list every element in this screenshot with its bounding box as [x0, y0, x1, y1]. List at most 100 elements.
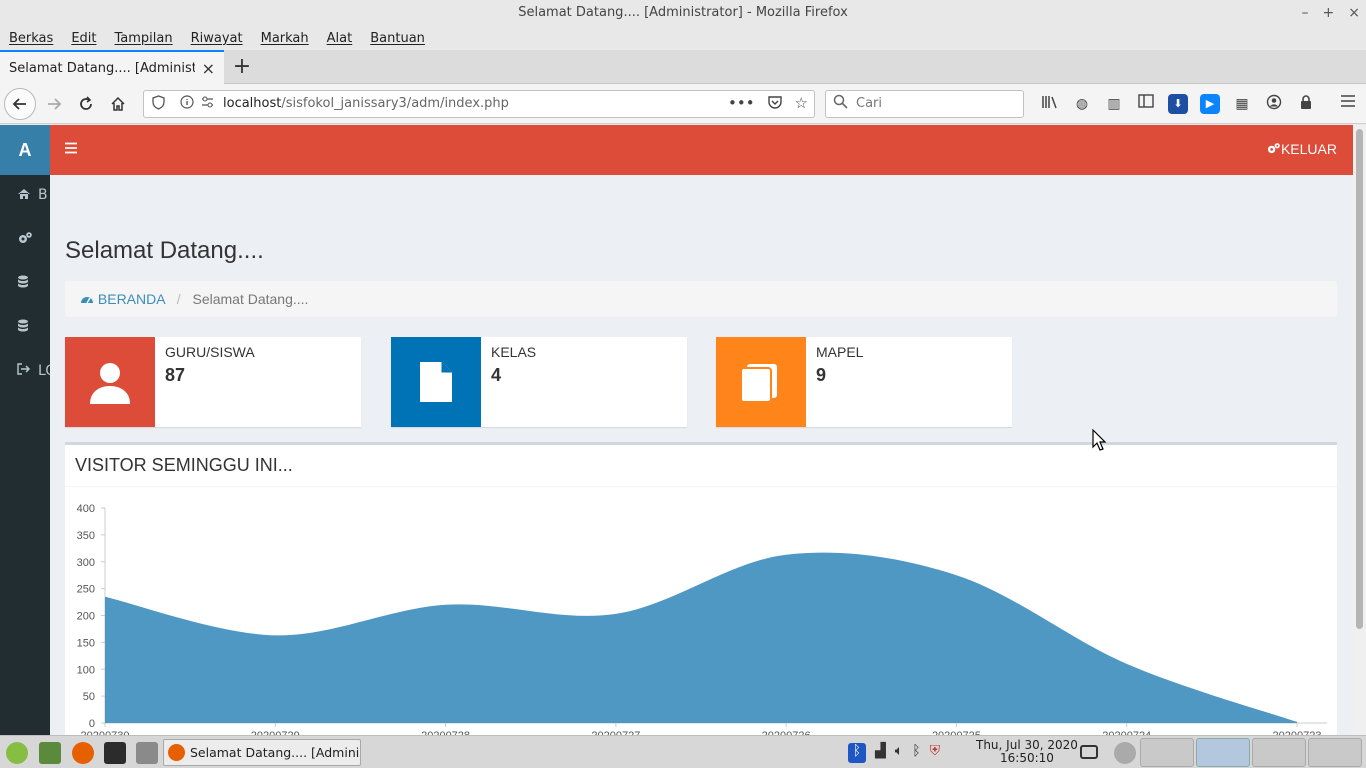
bluetooth-tray-icon[interactable]: ᛒ — [912, 743, 920, 763]
pocket-icon[interactable] — [767, 94, 783, 114]
chart-box-title: VISITOR SEMINGGU INI... — [75, 455, 293, 475]
account-icon[interactable] — [1264, 94, 1284, 114]
mouse-cursor-icon — [1092, 429, 1106, 451]
infobox-kelas[interactable]: KELAS 4 — [391, 337, 687, 427]
menu-markah[interactable]: Markah — [261, 31, 309, 46]
window-title: Selamat Datang.... [Administrator] - Moz… — [518, 5, 848, 20]
y-tick-label: 250 — [77, 584, 95, 596]
tracking-shield-icon[interactable] — [152, 95, 165, 114]
url-text[interactable]: localhost/sisfokol_janissary3/adm/index.… — [223, 96, 509, 111]
breadcrumb-home-label: BERANDA — [97, 291, 165, 307]
home-icon — [17, 187, 31, 204]
menu-edit[interactable]: Edit — [71, 31, 96, 46]
tab-close-icon[interactable]: × — [202, 59, 215, 78]
home-button[interactable] — [104, 90, 132, 118]
firefox-launcher-icon[interactable] — [72, 742, 94, 764]
extension-icon[interactable]: ▥ — [1104, 94, 1124, 114]
breadcrumb: BERANDA / Selamat Datang.... — [65, 281, 1337, 317]
workspace-3[interactable] — [1252, 738, 1306, 767]
minimize-button[interactable]: – — [1302, 0, 1309, 26]
y-tick-label: 300 — [77, 557, 95, 569]
gears-icon — [17, 231, 33, 249]
page-actions-icon[interactable]: ••• — [728, 94, 755, 114]
volume-icon[interactable]: 🔈︎ — [895, 743, 903, 763]
zoom-meeting-icon[interactable]: ▶ — [1200, 94, 1220, 114]
database-icon — [17, 275, 29, 293]
logo[interactable]: A — [0, 125, 50, 175]
sidebar-item-data-2[interactable] — [0, 307, 50, 351]
maximize-button[interactable]: + — [1323, 0, 1335, 26]
infobox-value: 4 — [491, 365, 502, 385]
library-icon[interactable] — [1040, 94, 1060, 114]
infobox-label: KELAS — [491, 344, 537, 360]
download-icon[interactable]: ⬇ — [1168, 94, 1188, 114]
network-icon[interactable]: ▟ — [875, 743, 886, 763]
y-tick-label: 200 — [77, 611, 95, 623]
workspace-2[interactable] — [1196, 738, 1250, 767]
sidebar-item-logout[interactable]: LO — [0, 351, 50, 395]
clock[interactable]: Thu, Jul 30, 2020 16:50:10 — [976, 739, 1078, 765]
menu-riwayat[interactable]: Riwayat — [191, 31, 243, 46]
url-host: localhost — [223, 96, 282, 111]
workspace-icon[interactable] — [1114, 742, 1136, 764]
sidebar-item-beranda[interactable]: B — [0, 175, 50, 219]
update-shield-icon[interactable]: ⛨ — [930, 743, 941, 763]
taskbar-window-firefox[interactable]: Selamat Datang.... [Administ... — [163, 739, 361, 766]
y-tick-label: 150 — [77, 637, 95, 649]
new-tab-button[interactable]: + — [230, 53, 254, 81]
url-bar[interactable]: localhost/sisfokol_janissary3/adm/index.… — [143, 90, 815, 118]
logout-link[interactable]: KELUAR — [1266, 141, 1337, 157]
infobox-icon-bg — [391, 337, 481, 427]
mint-menu-icon[interactable] — [6, 742, 28, 764]
menu-alat[interactable]: Alat — [327, 31, 353, 46]
breadcrumb-home[interactable]: BERANDA — [80, 291, 169, 307]
bluetooth-icon[interactable]: ᛒ — [848, 743, 866, 763]
info-icon[interactable] — [180, 95, 194, 113]
qr-code-icon[interactable]: ▦ — [1232, 94, 1252, 114]
workspace-4[interactable] — [1308, 738, 1362, 767]
web-developer-icon[interactable]: ◍ — [1072, 94, 1092, 114]
taskbar-window-label: Selamat Datang.... [Administ... — [190, 745, 360, 760]
infobox-guru-siswa[interactable]: GURU/SISWA 87 — [65, 337, 361, 427]
permissions-icon[interactable] — [200, 95, 215, 113]
top-header: KELUAR — [50, 125, 1353, 175]
clock-time: 16:50:10 — [1000, 751, 1054, 765]
page-scrollbar[interactable] — [1353, 125, 1366, 735]
search-icon — [833, 94, 848, 113]
lock-icon[interactable] — [1296, 94, 1316, 114]
menu-tampilan[interactable]: Tampilan — [115, 31, 173, 46]
hamburger-menu-icon[interactable] — [1338, 94, 1358, 114]
back-button[interactable] — [4, 88, 36, 120]
menu-berkas[interactable]: Berkas — [9, 31, 53, 46]
files-launcher-icon[interactable] — [136, 742, 158, 764]
forward-button[interactable] — [40, 90, 68, 118]
sidebar-icon[interactable] — [1136, 94, 1156, 114]
sidebar-toggle-icon[interactable] — [64, 138, 78, 159]
menu-bantuan[interactable]: Bantuan — [370, 31, 425, 46]
search-bar[interactable]: Cari — [825, 90, 1024, 118]
show-desktop-icon[interactable] — [39, 742, 61, 764]
infobox-label: MAPEL — [816, 344, 864, 360]
database-icon — [17, 319, 29, 337]
tab-active[interactable]: Selamat Datang.... [Administrator] × — [0, 50, 224, 84]
infobox-label: GURU/SISWA — [165, 344, 255, 360]
sidebar-item-data[interactable] — [0, 263, 50, 307]
terminal-icon[interactable] — [104, 742, 126, 764]
y-tick-label: 350 — [77, 530, 95, 542]
reload-button[interactable] — [72, 90, 100, 118]
arrow-left-icon — [12, 98, 26, 110]
breadcrumb-separator: / — [176, 291, 181, 307]
close-window-button[interactable]: × — [1348, 0, 1360, 26]
user-icon — [90, 363, 130, 404]
chart-divider — [65, 486, 1337, 487]
visitor-chart-box: VISITOR SEMINGGU INI... 0 50 100 150 200 250 3… — [65, 442, 1337, 735]
scroll-thumb[interactable] — [1356, 129, 1363, 629]
infobox-icon-bg — [65, 337, 155, 427]
bookmark-star-icon[interactable]: ☆ — [795, 94, 808, 114]
sidebar-item-settings[interactable] — [0, 219, 50, 263]
search-placeholder: Cari — [856, 96, 882, 111]
infobox-mapel[interactable]: MAPEL 9 — [716, 337, 1012, 427]
battery-icon[interactable] — [1080, 745, 1098, 759]
y-tick-label: 100 — [77, 664, 95, 676]
workspace-1[interactable] — [1140, 738, 1194, 767]
